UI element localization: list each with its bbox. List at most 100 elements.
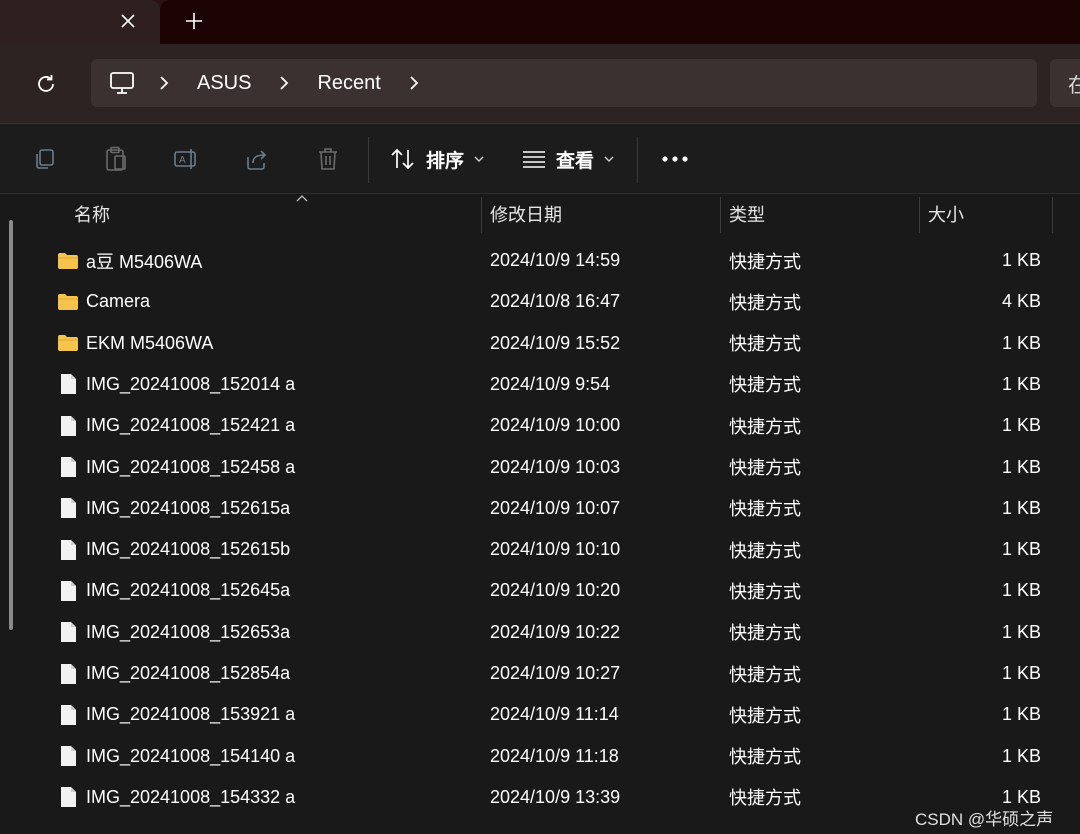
file-name: a豆 M5406WA bbox=[86, 251, 203, 272]
plus-icon[interactable] bbox=[178, 6, 210, 36]
file-type: 快捷方式 bbox=[729, 664, 801, 685]
this-pc-icon[interactable] bbox=[109, 71, 135, 95]
chevron-down-icon bbox=[474, 155, 484, 163]
file-name: IMG_20241008_152854a bbox=[86, 663, 291, 683]
delete-icon[interactable] bbox=[313, 144, 343, 174]
search-placeholder: 在 bbox=[1068, 74, 1080, 97]
file-date: 2024/10/9 15:52 bbox=[490, 332, 621, 353]
sort-ascending-icon bbox=[296, 195, 308, 202]
column-header-name[interactable]: 名称 bbox=[66, 195, 110, 233]
column-header-size[interactable]: 大小 bbox=[920, 195, 964, 233]
file-date: 2024/10/9 9:54 bbox=[490, 373, 611, 394]
vertical-scrollbar[interactable] bbox=[9, 220, 13, 630]
file-size: 1 KB bbox=[1001, 250, 1041, 270]
file-row[interactable]: IMG_20241008_152615b 2024/10/9 10:10 快捷方式 1… bbox=[28, 529, 1080, 570]
file-type: 快捷方式 bbox=[729, 705, 801, 726]
file-name: IMG_20241008_152458 a bbox=[86, 456, 296, 477]
file-date: 2024/10/9 11:14 bbox=[490, 704, 619, 725]
search-box[interactable]: 在 bbox=[1050, 59, 1080, 107]
copy-icon[interactable] bbox=[30, 144, 60, 174]
breadcrumb-asus[interactable]: ASUS bbox=[183, 72, 265, 95]
file-row[interactable]: Camera 2024/10/8 16:47 快捷方式 4 KB bbox=[28, 281, 1080, 322]
file-size: 4 KB bbox=[1001, 291, 1041, 312]
chevron-right-icon[interactable] bbox=[407, 76, 421, 90]
more-options-icon[interactable] bbox=[660, 144, 690, 174]
toolbar-divider bbox=[637, 137, 638, 183]
file-icon bbox=[56, 570, 80, 611]
file-type: 快捷方式 bbox=[729, 251, 801, 272]
sort-icon bbox=[390, 148, 416, 170]
file-row[interactable]: IMG_20241008_154140 a 2024/10/9 11:18 快捷方式… bbox=[28, 736, 1080, 777]
navigation-bar: ASUS Recent 在 bbox=[0, 44, 1080, 124]
file-type: 快捷方式 bbox=[729, 623, 801, 644]
file-size: 1 KB bbox=[1001, 539, 1041, 560]
file-icon bbox=[56, 364, 80, 405]
file-row[interactable]: IMG_20241008_153921 a 2024/10/9 11:14 快捷方式… bbox=[28, 694, 1080, 735]
file-icon bbox=[56, 405, 80, 446]
file-name: IMG_20241008_152653a bbox=[86, 621, 291, 642]
chevron-right-icon[interactable] bbox=[277, 76, 291, 90]
toolbar-divider bbox=[368, 137, 369, 183]
file-date: 2024/10/9 10:10 bbox=[490, 539, 621, 560]
file-icon bbox=[56, 777, 80, 818]
file-type: 快捷方式 bbox=[729, 581, 801, 602]
column-divider[interactable] bbox=[1052, 197, 1053, 233]
file-row[interactable]: IMG_20241008_152653a 2024/10/9 10:22 快捷方式 1… bbox=[28, 612, 1080, 653]
rename-icon[interactable]: A bbox=[171, 144, 201, 174]
list-header: 名称 修改日期 类型 大小 bbox=[28, 195, 1080, 235]
file-type: 快捷方式 bbox=[729, 416, 801, 437]
file-type: 快捷方式 bbox=[729, 788, 801, 809]
refresh-icon[interactable] bbox=[28, 66, 64, 102]
view-list-icon bbox=[522, 150, 546, 168]
column-header-type[interactable]: 类型 bbox=[721, 195, 765, 233]
file-size: 1 KB bbox=[1001, 663, 1041, 683]
file-row[interactable]: IMG_20241008_152615a 2024/10/9 10:07 快捷方式 1… bbox=[28, 488, 1080, 529]
file-date: 2024/10/9 14:59 bbox=[490, 250, 621, 270]
breadcrumb-recent[interactable]: Recent bbox=[303, 72, 394, 95]
file-date: 2024/10/9 10:00 bbox=[490, 415, 621, 436]
file-name: EKM M5406WA bbox=[86, 332, 214, 353]
watermark: CSDN @华硕之声 bbox=[915, 810, 1054, 829]
file-type: 快捷方式 bbox=[729, 375, 801, 396]
file-size: 1 KB bbox=[1001, 621, 1041, 642]
folder-icon bbox=[56, 281, 80, 322]
file-row[interactable]: IMG_20241008_152458 a 2024/10/9 10:03 快捷方式… bbox=[28, 447, 1080, 488]
address-bar[interactable]: ASUS Recent bbox=[91, 59, 1037, 107]
file-row[interactable]: a豆 M5406WA 2024/10/9 14:59 快捷方式 1 KB bbox=[28, 240, 1080, 281]
file-row[interactable]: EKM M5406WA 2024/10/9 15:52 快捷方式 1 KB bbox=[28, 323, 1080, 364]
sort-button[interactable]: 排序 bbox=[390, 142, 484, 176]
file-size: 1 KB bbox=[1001, 580, 1041, 601]
file-icon bbox=[56, 694, 80, 735]
file-type: 快捷方式 bbox=[729, 458, 801, 478]
file-row[interactable]: IMG_20241008_152854a 2024/10/9 10:27 快捷方式 1… bbox=[28, 653, 1080, 694]
file-icon bbox=[56, 529, 80, 570]
file-type: 快捷方式 bbox=[729, 292, 801, 313]
file-row[interactable]: IMG_20241008_152645a 2024/10/9 10:20 快捷方式 1… bbox=[28, 570, 1080, 611]
column-header-date[interactable]: 修改日期 bbox=[482, 195, 562, 233]
file-date: 2024/10/9 11:18 bbox=[490, 745, 619, 766]
file-date: 2024/10/9 13:39 bbox=[490, 786, 621, 807]
chevron-right-icon[interactable] bbox=[157, 76, 171, 90]
file-date: 2024/10/9 10:20 bbox=[490, 580, 621, 601]
tab-strip bbox=[160, 0, 1080, 44]
close-icon[interactable] bbox=[112, 6, 144, 36]
paste-icon[interactable] bbox=[101, 144, 131, 174]
file-row[interactable]: IMG_20241008_152014 a 2024/10/9 9:54 快捷方式 1… bbox=[28, 364, 1080, 405]
file-name: IMG_20241008_152014 a bbox=[86, 373, 296, 394]
view-button[interactable]: 查看 bbox=[522, 142, 614, 176]
folder-icon bbox=[56, 323, 80, 364]
file-row[interactable]: IMG_20241008_152421 a 2024/10/9 10:00 快捷方式… bbox=[28, 405, 1080, 446]
file-icon bbox=[56, 653, 80, 694]
share-icon[interactable] bbox=[242, 144, 272, 174]
file-size: 1 KB bbox=[1001, 373, 1041, 394]
file-name: IMG_20241008_152421 a bbox=[86, 415, 296, 436]
file-icon bbox=[56, 447, 80, 488]
file-date: 2024/10/8 16:47 bbox=[490, 291, 621, 312]
file-list: 名称 修改日期 类型 大小 a豆 M5406WA 2024/10/9 14:59 快… bbox=[0, 195, 1080, 834]
file-size: 1 KB bbox=[1001, 332, 1041, 353]
file-name: IMG_20241008_154140 a bbox=[86, 745, 296, 766]
sort-label: 排序 bbox=[426, 150, 465, 172]
title-bar bbox=[0, 0, 1080, 44]
file-date: 2024/10/9 10:27 bbox=[490, 663, 621, 683]
file-size: 1 KB bbox=[1001, 704, 1041, 725]
